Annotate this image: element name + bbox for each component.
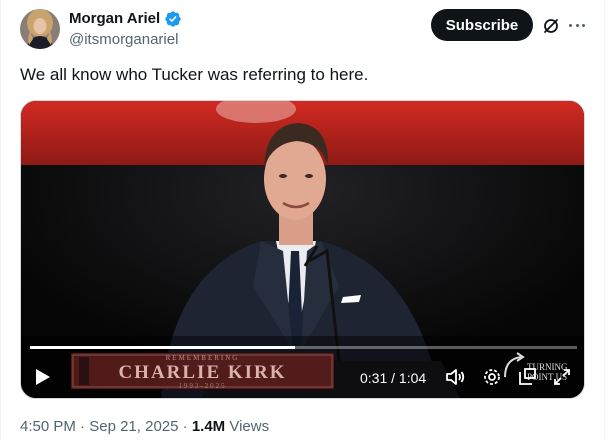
tweet-text: We all know who Tucker was referring to … — [20, 65, 369, 84]
banner-remembering: REMEMBERING — [165, 354, 240, 362]
more-icon[interactable] — [566, 15, 588, 35]
video-player[interactable]: REMEMBERING CHARLIE KIRK 1993-2025 0:31 … — [20, 100, 585, 399]
progress-bar[interactable] — [30, 346, 577, 349]
subscribe-button[interactable]: Subscribe — [431, 9, 533, 41]
play-icon[interactable] — [35, 368, 51, 386]
progress-fill — [30, 346, 295, 349]
display-name[interactable]: Morgan Ariel — [69, 9, 160, 29]
author-handle[interactable]: @itsmorganariel — [69, 30, 178, 50]
verified-icon[interactable] — [164, 10, 182, 28]
memorial-banner: REMEMBERING CHARLIE KIRK 1993-2025 — [71, 351, 334, 391]
tweet-card: Morgan Ariel @itsmorganariel Subscribe W… — [0, 0, 605, 441]
tweet-date[interactable]: Sep 21, 2025 — [89, 417, 178, 437]
avatar[interactable] — [20, 9, 60, 49]
author-name-row: Morgan Ariel — [69, 9, 182, 29]
settings-icon[interactable] — [481, 366, 503, 388]
banner-years: 1993-2025 — [178, 382, 227, 390]
tweet-time[interactable]: 4:50 PM — [20, 417, 76, 437]
grok-icon[interactable] — [541, 16, 561, 36]
volume-icon[interactable] — [444, 366, 466, 388]
banner-name: CHARLIE KIRK — [118, 362, 287, 383]
views-count[interactable]: 1.4M — [192, 417, 225, 437]
views-label: Views — [229, 418, 270, 435]
time-display: 0:31 / 1:04 — [360, 370, 427, 386]
pip-icon[interactable] — [516, 366, 538, 388]
fullscreen-icon[interactable] — [551, 366, 573, 388]
tweet-meta: 4:50 PM · Sep 21, 2025 · 1.4M Views — [20, 417, 269, 437]
